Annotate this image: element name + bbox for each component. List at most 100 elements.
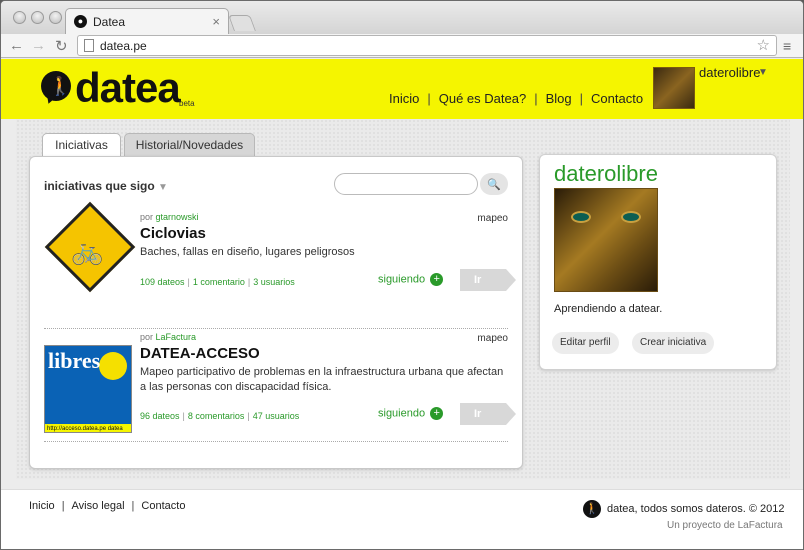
close-tab-icon[interactable]: × [212, 14, 220, 29]
footer-link-aviso-legal[interactable]: Aviso legal [72, 500, 125, 512]
nav-separator: | [534, 91, 538, 106]
initiative-item: libres http://acceso.datea.pe datea por … [44, 329, 516, 442]
top-navigation: Inicio | Qué es Datea? | Blog | Contacto [389, 91, 643, 106]
stat-separator: | [247, 411, 250, 421]
initiative-type: mapeo [477, 213, 508, 224]
address-text[interactable]: datea.pe [100, 39, 147, 53]
initiative-type: mapeo [477, 333, 508, 344]
footer-credit[interactable]: Un proyecto de LaFactura [667, 520, 783, 531]
back-icon[interactable]: ← [9, 37, 24, 54]
initiative-item: 🚲 por gtarnowski mapeo Ciclovias Baches,… [44, 201, 516, 329]
search-icon: 🔍 [487, 179, 501, 191]
search-button[interactable]: 🔍 [480, 173, 508, 195]
address-bar[interactable]: datea.pe ☆ [77, 35, 777, 56]
stat-dateos[interactable]: 96 dateos [140, 411, 180, 421]
tab-title: Datea [93, 15, 126, 29]
initiative-author: por LaFactura [140, 332, 196, 342]
nav-link-inicio[interactable]: Inicio [389, 91, 419, 106]
author-link[interactable]: LaFactura [156, 332, 197, 342]
datea-logo-icon: 🚶 [583, 500, 601, 518]
nav-link-contacto[interactable]: Contacto [591, 91, 643, 106]
go-button[interactable]: Ir [460, 403, 516, 425]
follow-label: siguiendo [378, 273, 426, 286]
logo-text[interactable]: datea [75, 64, 181, 112]
poster-url-strip: http://acceso.datea.pe datea [45, 424, 131, 432]
logo-beta-label: beta [179, 99, 195, 108]
follow-toggle[interactable]: siguiendo + [378, 407, 444, 420]
datea-favicon-icon: ● [74, 15, 87, 28]
initiative-title[interactable]: DATEA-ACCESO [140, 345, 260, 362]
initiative-thumbnail[interactable]: 🚲 [44, 201, 136, 293]
profile-bio: Aprendiendo a datear. [554, 303, 663, 315]
browser-titlebar: ● Datea × [1, 1, 803, 35]
author-prefix: por [140, 212, 156, 222]
plus-icon: + [430, 407, 444, 420]
initiative-title[interactable]: Ciclovias [140, 225, 206, 242]
filter-dropdown[interactable]: iniciativas que sigo ▼ [44, 179, 168, 193]
stat-separator: | [247, 277, 251, 287]
profile-photo [554, 188, 658, 292]
site-footer: Inicio | Aviso legal | Contacto 🚶 datea, tod… [1, 489, 803, 549]
initiative-thumbnail[interactable]: libres http://acceso.datea.pe datea [44, 345, 132, 433]
bookmark-star-icon[interactable]: ☆ [757, 36, 770, 54]
browser-tab[interactable]: ● Datea × [65, 8, 229, 35]
close-window-button[interactable] [13, 11, 26, 24]
walking-person-icon: 🚶 [49, 76, 72, 96]
stat-comments[interactable]: 1 comentario [193, 277, 245, 287]
profile-name[interactable]: daterolibre [554, 161, 658, 187]
datea-logo-icon[interactable]: 🚶 [41, 71, 71, 101]
forward-icon[interactable]: → [31, 37, 46, 54]
tab-iniciativas[interactable]: Iniciativas [42, 133, 121, 157]
chevron-down-icon: ▼ [158, 182, 168, 193]
stat-separator: | [187, 277, 190, 287]
mask-eye [571, 211, 591, 223]
bicycle-icon: 🚲 [71, 235, 104, 266]
initiative-stats: 109 dateos | 1 comentario | 3 usuarios [140, 277, 295, 287]
site-header: 🚶 datea beta Inicio | Qué es Datea? | Blog | C… [1, 59, 803, 119]
footer-link-contacto[interactable]: Contacto [141, 500, 185, 512]
initiative-description: Mapeo participativo de problemas en la i… [140, 366, 504, 393]
edit-profile-button[interactable]: Editar perfil [552, 332, 619, 354]
author-link[interactable]: gtarnowski [156, 212, 199, 222]
user-avatar[interactable] [653, 67, 695, 109]
create-initiative-button[interactable]: Crear iniciativa [632, 332, 715, 354]
stat-separator: | [182, 411, 185, 421]
browser-window: ● Datea × ← → ↻ datea.pe ☆ ≡ 🚶 datea bet… [0, 0, 804, 550]
browser-toolbar: ← → ↻ datea.pe ☆ ≡ [1, 34, 803, 58]
mask-eye [621, 211, 641, 223]
poster-graphic [99, 352, 127, 380]
initiatives-panel: iniciativas que sigo ▼ 🔍 🚲 por gtarnowsk… [29, 156, 523, 469]
follow-label: siguiendo [378, 407, 426, 420]
poster-title: libres [48, 348, 101, 373]
page-icon [84, 39, 94, 52]
chevron-down-icon[interactable]: ▼ [758, 67, 768, 78]
stat-users[interactable]: 3 usuarios [253, 277, 295, 287]
nav-separator: | [579, 91, 584, 106]
nav-link-blog[interactable]: Blog [546, 91, 572, 106]
footer-separator: | [61, 500, 65, 512]
initiative-stats: 96 dateos | 8 comentarios | 47 usuarios [140, 411, 299, 421]
nav-separator: | [427, 91, 431, 106]
follow-toggle[interactable]: siguiendo + [378, 273, 444, 286]
reload-icon[interactable]: ↻ [55, 37, 68, 55]
footer-link-inicio[interactable]: Inicio [29, 500, 55, 512]
go-button[interactable]: Ir [460, 269, 516, 291]
search-input[interactable] [334, 173, 478, 195]
plus-icon: + [430, 273, 444, 286]
footer-separator: | [131, 500, 135, 512]
stat-comments[interactable]: 8 comentarios [188, 411, 245, 421]
footer-links: Inicio | Aviso legal | Contacto [29, 500, 185, 512]
minimize-window-button[interactable] [31, 11, 44, 24]
stat-dateos[interactable]: 109 dateos [140, 277, 185, 287]
tab-historial-novedades[interactable]: Historial/Novedades [124, 133, 255, 157]
zoom-window-button[interactable] [49, 11, 62, 24]
initiative-description: Baches, fallas en diseño, lugares peligr… [140, 246, 355, 258]
profile-card: daterolibre Aprendiendo a datear. Editar… [539, 154, 777, 370]
stat-users[interactable]: 47 usuarios [253, 411, 300, 421]
new-tab-button[interactable] [228, 15, 256, 31]
browser-menu-icon[interactable]: ≡ [783, 38, 791, 54]
nav-link-que-es-datea[interactable]: Qué es Datea? [439, 91, 526, 106]
user-menu-name[interactable]: daterolibre [699, 65, 760, 80]
filter-label: iniciativas que sigo [44, 179, 155, 193]
footer-copyright: datea, todos somos dateros. © 2012 [607, 503, 785, 515]
